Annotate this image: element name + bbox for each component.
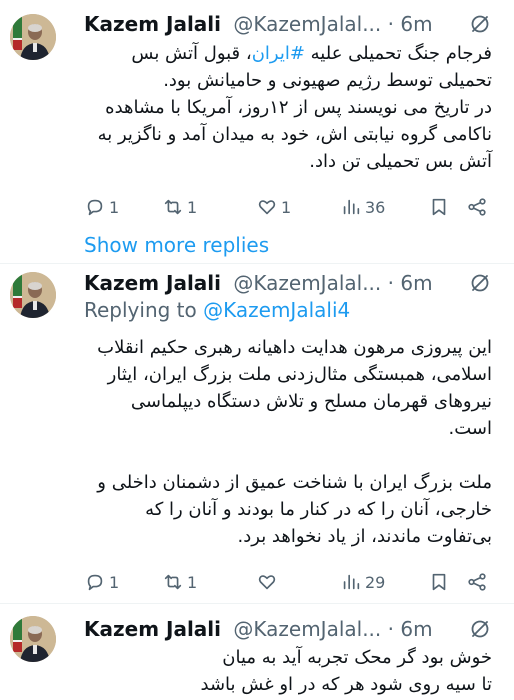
views-button[interactable]: 29 [340, 569, 385, 595]
grok-icon[interactable] [468, 617, 492, 641]
retweet-icon [164, 199, 182, 215]
reply-count: 1 [109, 197, 120, 217]
reply-icon [87, 574, 103, 591]
avatar[interactable] [10, 616, 56, 662]
tweet-actions: 1 1 29 [84, 569, 490, 595]
retweet-icon [164, 574, 182, 590]
replying-to-handle[interactable]: @KazemJalali4 [203, 298, 350, 322]
replying-to: Replying to @KazemJalali4 [84, 298, 350, 322]
retweet-button[interactable]: 1 [162, 569, 197, 595]
share-button[interactable] [466, 569, 488, 595]
tweet-header: Kazem Jalali @KazemJalal... · 6m [84, 9, 514, 39]
tweet-2[interactable]: Kazem Jalali @KazemJalal... · 6m Replyin… [0, 264, 514, 600]
separator: · [387, 271, 394, 295]
avatar[interactable] [10, 272, 56, 318]
replying-to-label: Replying to [84, 298, 197, 322]
bookmark-icon [432, 573, 446, 591]
share-icon [468, 198, 486, 216]
share-button[interactable] [466, 194, 488, 220]
like-button[interactable]: 1 [256, 194, 291, 220]
like-count: 1 [281, 197, 292, 217]
retweet-button[interactable]: 1 [162, 194, 197, 220]
tweet-text: خوش بود گر محک تجربه آید به میان تا سیه … [200, 647, 492, 695]
show-more-replies-link[interactable]: Show more replies [84, 233, 269, 257]
like-button[interactable] [256, 569, 281, 595]
separator: · [387, 12, 394, 36]
tweet-header: Kazem Jalali @KazemJalal... · 6m [84, 268, 514, 298]
author-name[interactable]: Kazem Jalali [84, 617, 221, 641]
reply-button[interactable]: 1 [84, 194, 119, 220]
author-name[interactable]: Kazem Jalali [84, 271, 221, 295]
like-icon [258, 575, 276, 590]
author-handle[interactable]: @KazemJalal... [233, 271, 381, 295]
bookmark-button[interactable] [428, 569, 450, 595]
reply-button[interactable]: 1 [84, 569, 119, 595]
views-icon [343, 199, 360, 215]
views-button[interactable]: 36 [340, 194, 385, 220]
grok-icon[interactable] [468, 271, 492, 295]
timestamp[interactable]: 6m [400, 12, 432, 36]
retweet-count: 1 [187, 572, 198, 592]
view-count: 29 [365, 572, 386, 592]
like-icon [258, 200, 276, 215]
tweet-text: این پیروزی مرهون هدایت داهیانه رهبری حکی… [97, 337, 492, 547]
tweet-actions: 1 1 1 36 [84, 194, 490, 220]
author-handle[interactable]: @KazemJalal... [233, 617, 381, 641]
timestamp[interactable]: 6m [400, 271, 432, 295]
reply-count: 1 [109, 572, 120, 592]
author-handle[interactable]: @KazemJalal... [233, 12, 381, 36]
hashtag-link[interactable]: #ایران [252, 43, 305, 64]
timestamp[interactable]: 6m [400, 617, 432, 641]
tweet-text-part: فرجام جنگ تحمیلی علیه [304, 43, 492, 64]
bookmark-icon [432, 198, 446, 216]
separator: · [387, 617, 394, 641]
grok-icon[interactable] [468, 12, 492, 36]
bookmark-button[interactable] [428, 194, 450, 220]
reply-icon [87, 199, 103, 216]
tweet-header: Kazem Jalali @KazemJalal... · 6m [84, 614, 514, 644]
retweet-count: 1 [187, 197, 198, 217]
tweet-3[interactable]: Kazem Jalali @KazemJalal... · 6m خوش بود… [0, 604, 514, 700]
tweet-1[interactable]: Kazem Jalali @KazemJalal... · 6m فرجام ج… [0, 0, 514, 232]
views-icon [343, 574, 360, 590]
tweet-text: فرجام جنگ تحمیلی علیه #ایران، قبول آتش ب… [84, 40, 492, 175]
avatar[interactable] [10, 14, 56, 60]
share-icon [468, 573, 486, 591]
view-count: 36 [365, 197, 386, 217]
author-name[interactable]: Kazem Jalali [84, 12, 221, 36]
